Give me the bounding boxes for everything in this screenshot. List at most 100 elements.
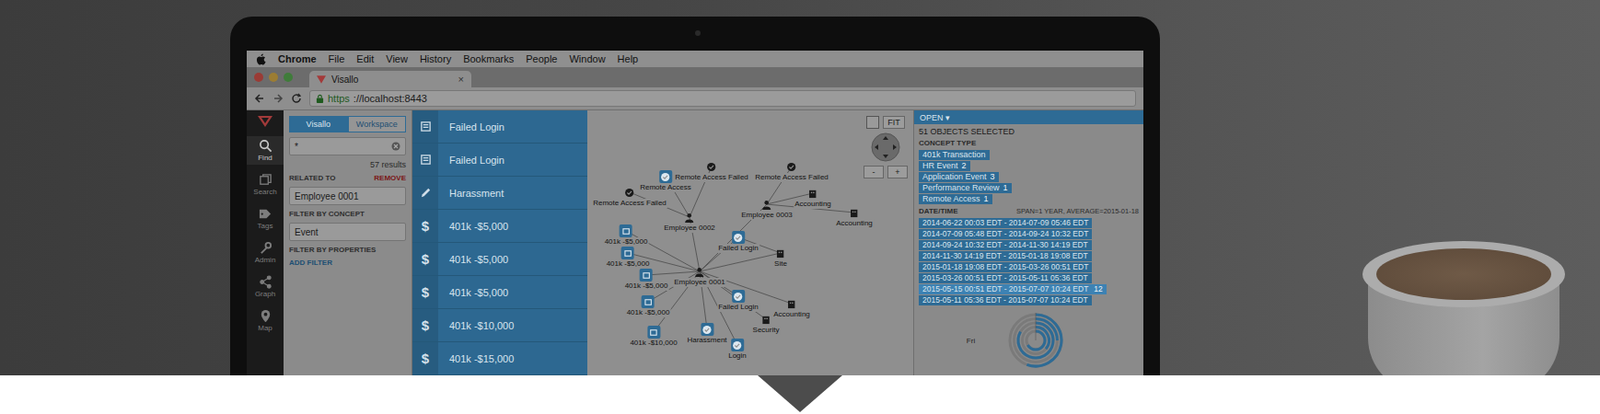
wrench-icon xyxy=(258,241,273,256)
zoom-out-button[interactable]: - xyxy=(863,165,884,179)
graph-node[interactable]: 401k -$5,000 xyxy=(605,246,651,269)
graph-node[interactable]: Accounting xyxy=(772,297,812,320)
menu-item[interactable]: History xyxy=(419,53,452,65)
open-menu-button[interactable]: OPEN ▾ xyxy=(919,113,951,123)
forward-arrow-icon[interactable] xyxy=(272,92,284,105)
visallo-logo-icon[interactable] xyxy=(257,115,273,128)
node-icon xyxy=(693,265,707,279)
snapshot-button[interactable] xyxy=(866,115,880,129)
menu-item[interactable]: File xyxy=(328,53,346,65)
search-query: * xyxy=(294,141,299,152)
result-icon: $ xyxy=(412,209,439,243)
browser-tab[interactable]: Visallo× xyxy=(309,70,472,88)
url-host: ://localhost:8443 xyxy=(353,92,428,105)
tab-close-button[interactable]: × xyxy=(458,73,464,85)
concept-item[interactable]: HR Event2 xyxy=(918,161,971,172)
search-tab[interactable]: Visallo xyxy=(289,115,348,133)
graph-node[interactable]: Accounting xyxy=(793,186,833,209)
nav-label: Find xyxy=(257,153,273,163)
date-row[interactable]: 2014-09-24 10:32 EDT - 2014-11-30 14:19 … xyxy=(918,240,1092,251)
menu-item[interactable]: Window xyxy=(568,53,605,65)
concept-item[interactable]: Performance Review1 xyxy=(918,183,1012,194)
related-field[interactable]: Employee 0001 xyxy=(289,186,406,206)
date-row[interactable]: 2014-07-09 05:48 EDT - 2014-09-24 10:32 … xyxy=(918,229,1092,240)
result-row[interactable]: Failed Login xyxy=(412,110,588,144)
menu-item[interactable]: People xyxy=(525,53,557,65)
minimize-window-icon[interactable] xyxy=(268,72,279,82)
graph-node[interactable]: Failed Login xyxy=(717,289,760,313)
nav-item[interactable]: Map xyxy=(246,306,284,336)
graph-node[interactable]: 401k -$5,000 xyxy=(603,224,650,247)
selection-count: 51 OBJECTS SELECTED xyxy=(918,127,1139,137)
apple-icon[interactable] xyxy=(255,53,267,66)
clear-search-icon[interactable] xyxy=(391,141,401,151)
menu-app-name[interactable]: Chrome xyxy=(278,53,317,65)
graph-node[interactable]: 401k -$10,000 xyxy=(628,325,678,348)
nav-item[interactable]: Search xyxy=(246,170,284,199)
result-row[interactable]: Failed Login xyxy=(412,143,588,177)
graph-node[interactable]: 401k -$5,000 xyxy=(626,295,672,318)
nav-item[interactable]: Admin xyxy=(246,238,284,267)
result-row[interactable]: Harassment xyxy=(412,176,588,210)
nav-item[interactable]: Find xyxy=(246,136,284,165)
result-icon xyxy=(412,143,439,176)
date-row[interactable]: 2014-06-22 00:03 EDT - 2014-07-09 05:46 … xyxy=(918,218,1092,229)
event-icon xyxy=(731,340,743,351)
concept-list: 401k TransactionHR Event2Application Eve… xyxy=(918,150,1139,205)
nav-item[interactable]: Graph xyxy=(246,272,284,302)
date-row[interactable]: 2014-11-30 14:19 EDT - 2015-01-18 19:08 … xyxy=(918,251,1092,262)
graph-node[interactable]: Login xyxy=(727,338,748,361)
nav-label: Search xyxy=(253,187,277,197)
node-label: Remote Access Failed xyxy=(591,198,668,209)
scroll-down-arrow-icon[interactable] xyxy=(757,375,843,413)
zoom-window-icon[interactable] xyxy=(283,72,293,82)
pan-control-icon[interactable] xyxy=(870,132,901,163)
result-label: 401k -$5,000 xyxy=(438,254,509,266)
graph-node[interactable]: Employee 0003 xyxy=(740,197,794,221)
building-icon xyxy=(808,188,819,199)
properties-filter-label: FILTER BY PROPERTIES xyxy=(289,245,406,255)
graph-node[interactable]: Failed Login xyxy=(717,231,760,254)
app: Find Search Tags Admin Graph Map VisalloWorksp… xyxy=(246,110,1144,376)
graph-node[interactable]: Employee 0002 xyxy=(662,210,717,233)
graph-node[interactable]: Remote Access Failed xyxy=(673,160,750,183)
result-row[interactable]: $401k -$5,000 xyxy=(412,276,588,310)
concept-field[interactable]: Event xyxy=(289,222,406,242)
graph-node[interactable]: Employee 0001 xyxy=(672,265,727,288)
result-row[interactable]: $401k -$5,000 xyxy=(412,243,588,277)
nav-item[interactable]: Tags xyxy=(246,204,284,233)
graph-node[interactable]: Site xyxy=(773,246,789,269)
concept-item[interactable]: Remote Access1 xyxy=(918,194,993,205)
date-row[interactable]: 2015-05-11 05:36 EDT - 2015-07-07 10:24 … xyxy=(918,295,1092,306)
zoom-in-button[interactable]: + xyxy=(887,165,908,179)
concept-item[interactable]: 401k Transaction xyxy=(918,150,990,161)
menu-item[interactable]: Help xyxy=(617,53,639,65)
date-row[interactable]: 2015-03-26 00:51 EDT - 2015-05-11 05:36 … xyxy=(918,273,1092,284)
node-label: Employee 0002 xyxy=(662,223,717,233)
date-row[interactable]: 2015-05-15 00:51 EDT - 2015-07-07 10:24 … xyxy=(918,284,1107,295)
url-field[interactable]: https://localhost:8443 xyxy=(309,90,1137,107)
result-row[interactable]: $401k -$15,000 xyxy=(412,342,588,376)
node-icon xyxy=(621,246,635,260)
remove-button[interactable]: REMOVE xyxy=(373,173,406,183)
menu-item[interactable]: View xyxy=(385,53,408,65)
search-tab[interactable]: Workspace xyxy=(347,115,407,133)
back-arrow-icon[interactable] xyxy=(254,92,266,105)
menu-item[interactable]: Edit xyxy=(356,53,374,65)
concept-item[interactable]: Application Event3 xyxy=(918,172,999,183)
date-row[interactable]: 2015-01-18 19:08 EDT - 2015-03-26 00:51 … xyxy=(918,262,1092,273)
transaction-icon xyxy=(622,248,633,259)
fit-button[interactable]: FIT xyxy=(882,115,905,129)
reload-icon[interactable] xyxy=(290,92,302,105)
result-row[interactable]: $401k -$5,000 xyxy=(412,209,588,244)
graph-canvas[interactable]: Remote Access FailedRemote AccessRemote … xyxy=(587,110,914,376)
add-filter-button[interactable]: ADD FILTER xyxy=(289,258,406,267)
result-row[interactable]: $401k -$10,000 xyxy=(412,309,588,343)
menu-item[interactable]: Bookmarks xyxy=(463,53,514,65)
graph-node[interactable]: Harassment xyxy=(685,323,728,346)
graph-node[interactable]: Accounting xyxy=(834,206,874,229)
graph-node[interactable]: Remote Access Failed xyxy=(753,160,830,183)
graph-node[interactable]: 401k -$5,000 xyxy=(624,268,670,291)
close-window-icon[interactable] xyxy=(254,72,264,82)
search-input[interactable]: * xyxy=(289,137,406,156)
